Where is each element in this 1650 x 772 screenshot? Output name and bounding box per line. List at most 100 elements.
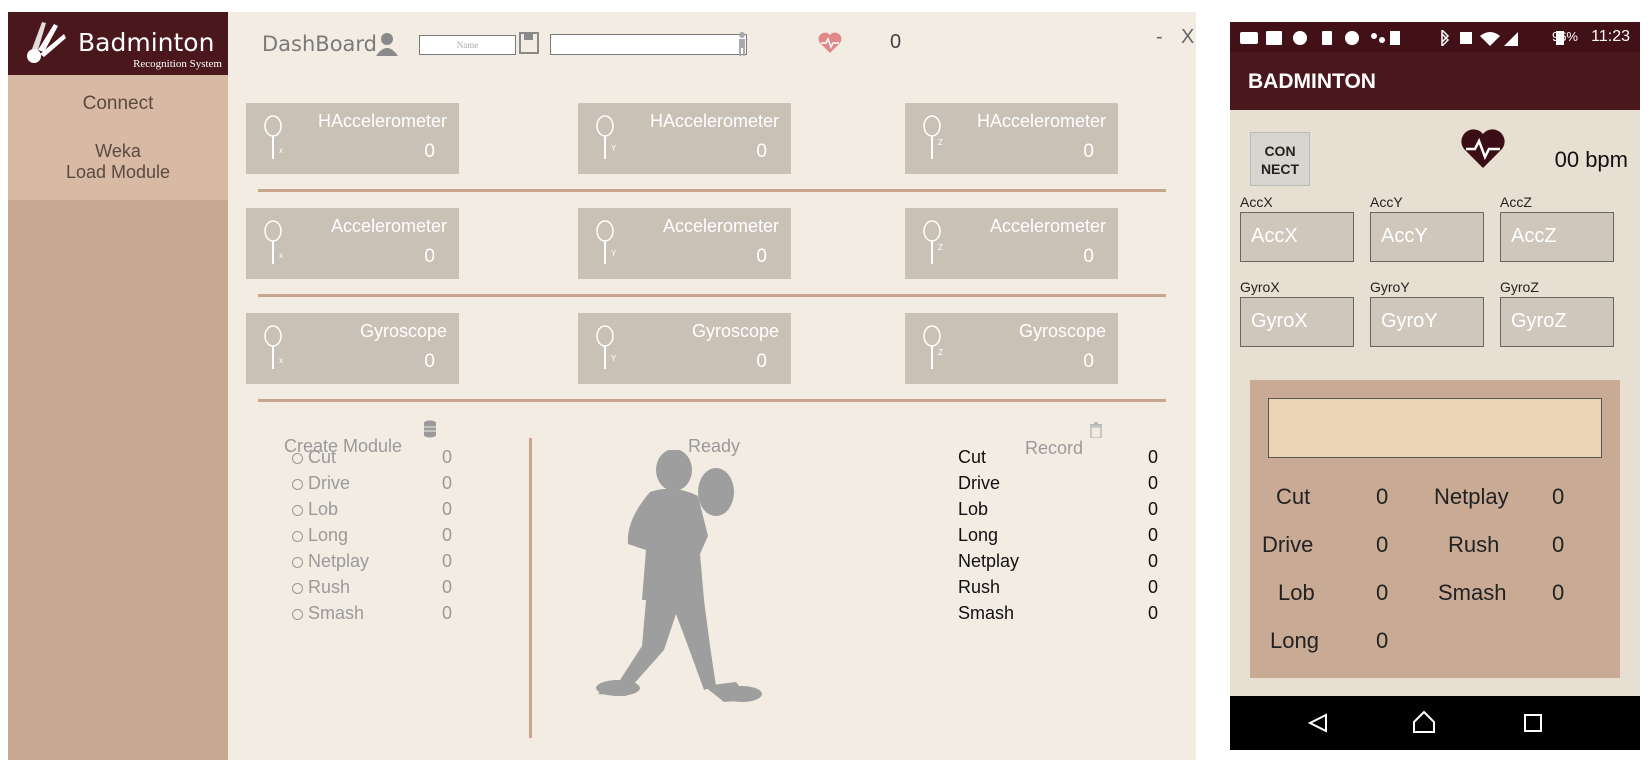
connect-label-line2: NECT — [1260, 161, 1300, 177]
card-value: 0 — [424, 141, 435, 162]
result-display — [1268, 398, 1602, 458]
divider — [258, 294, 1166, 297]
status-bar: 96% 11:23 — [1230, 22, 1640, 52]
module-option-count: 0 — [442, 473, 453, 493]
svg-text:x: x — [279, 146, 283, 155]
module-option-count: 0 — [442, 525, 453, 545]
shuttlecock-icon — [27, 22, 66, 63]
svg-text:x: x — [279, 356, 283, 365]
card-value: 0 — [424, 351, 435, 372]
page-title: DashBoard — [262, 32, 378, 56]
sidebar-menu: Connect Weka Load Module — [8, 75, 228, 200]
name-input[interactable]: Name — [419, 35, 516, 55]
module-option[interactable]: Netplay 0 — [292, 551, 472, 575]
save-icon[interactable] — [519, 32, 539, 54]
gyro-x-field[interactable]: GyroX — [1240, 297, 1354, 347]
svg-text:x: x — [279, 251, 283, 260]
radio-button[interactable] — [292, 479, 303, 490]
card-label: Gyroscope — [1018, 321, 1106, 341]
module-option[interactable]: Cut 0 — [292, 447, 472, 471]
minimize-button[interactable]: - — [1156, 26, 1163, 49]
count-value: 0 — [1552, 532, 1565, 557]
card-label: Gyroscope — [359, 321, 447, 341]
acc-x-field[interactable]: AccX — [1240, 212, 1354, 262]
record-label: Netplay — [958, 551, 1020, 571]
record-label: Long — [958, 525, 999, 545]
close-button[interactable]: X — [1181, 26, 1194, 49]
radio-button[interactable] — [292, 505, 303, 516]
acc-y-field[interactable]: AccY — [1370, 212, 1484, 262]
sidebar: Badminton Recognition System Connect Wek… — [8, 12, 228, 760]
record-count: 0 — [1147, 447, 1158, 467]
record-count: 0 — [1147, 577, 1158, 597]
radio-button[interactable] — [292, 583, 303, 594]
connect-button[interactable]: CON NECT — [1250, 132, 1310, 186]
card-label: HAccelerometer — [317, 111, 447, 131]
connect-label-line1: CON — [1264, 143, 1296, 159]
module-option[interactable]: Lob 0 — [292, 499, 472, 523]
sidebar-item-weka[interactable]: Weka — [8, 141, 228, 162]
file-path-input[interactable] — [550, 34, 747, 55]
sensor-card: Z Accelerometer 0 — [905, 208, 1118, 279]
module-option[interactable]: Drive 0 — [292, 473, 472, 497]
card-value: 0 — [756, 141, 767, 162]
count-value: 0 — [1552, 580, 1565, 605]
svg-text:Y: Y — [611, 354, 617, 363]
divider — [258, 189, 1166, 192]
module-option-label: Long — [308, 525, 349, 545]
radio-button[interactable] — [292, 531, 303, 542]
module-option-label: Netplay — [308, 551, 370, 571]
count-value: 0 — [1376, 484, 1389, 509]
trash-icon[interactable] — [1089, 422, 1103, 438]
record-row: Netplay 0 — [958, 551, 1168, 575]
record-count: 0 — [1147, 473, 1158, 493]
database-icon[interactable] — [423, 420, 437, 438]
sidebar-item-connect[interactable]: Connect — [8, 93, 228, 115]
recent-apps-icon[interactable] — [1524, 714, 1542, 732]
acc-z-field[interactable]: AccZ — [1500, 212, 1614, 262]
count-label: Rush — [1448, 532, 1500, 557]
battery-icon — [1556, 31, 1564, 45]
radio-button[interactable] — [292, 557, 303, 568]
racket-icon: Y — [596, 220, 617, 264]
person-standing-icon — [739, 32, 745, 56]
racket-icon: x — [264, 220, 283, 264]
module-option[interactable]: Long 0 — [292, 525, 472, 549]
racket-icon: Z — [923, 115, 943, 159]
module-option[interactable]: Smash 0 — [292, 603, 472, 627]
sensor-card: x Accelerometer 0 — [246, 208, 459, 279]
phone-app: 96% 11:23 BADMINTON CON NECT 00 bpm AccX… — [1230, 22, 1640, 750]
record-row: Smash 0 — [958, 603, 1168, 627]
count-value: 0 — [1376, 628, 1389, 653]
card-label: Accelerometer — [330, 216, 447, 236]
record-label: Rush — [958, 577, 1001, 597]
module-option[interactable]: Rush 0 — [292, 577, 472, 601]
module-option-count: 0 — [442, 499, 453, 519]
svg-text:Y: Y — [611, 249, 617, 258]
record-count: 0 — [1147, 603, 1158, 623]
card-label: HAccelerometer — [976, 111, 1106, 131]
gyro-y-field[interactable]: GyroY — [1370, 297, 1484, 347]
count-label: Drive — [1262, 532, 1314, 557]
card-value: 0 — [1083, 351, 1094, 372]
record-count: 0 — [1147, 499, 1158, 519]
sidebar-item-load-module[interactable]: Load Module — [8, 162, 228, 183]
record-label: Lob — [958, 499, 989, 519]
racket-icon: Z — [923, 220, 943, 264]
back-icon[interactable] — [1308, 713, 1328, 733]
radio-button[interactable] — [292, 453, 303, 464]
bpm-value: 00 bpm — [1554, 147, 1628, 172]
sensor-label: AccY — [1370, 194, 1403, 210]
home-icon[interactable] — [1412, 710, 1436, 734]
count-label: Cut — [1276, 484, 1311, 509]
vertical-divider — [529, 438, 532, 738]
gyro-z-field[interactable]: GyroZ — [1500, 297, 1614, 347]
sensor-card: Y HAccelerometer 0 — [578, 103, 791, 174]
record-row: Rush 0 — [958, 577, 1168, 601]
radio-button[interactable] — [292, 609, 303, 620]
racket-icon: Y — [596, 325, 617, 369]
card-value: 0 — [1083, 141, 1094, 162]
sensor-card: Z Gyroscope 0 — [905, 313, 1118, 384]
module-option-label: Drive — [308, 473, 351, 493]
record-count: 0 — [1147, 551, 1158, 571]
